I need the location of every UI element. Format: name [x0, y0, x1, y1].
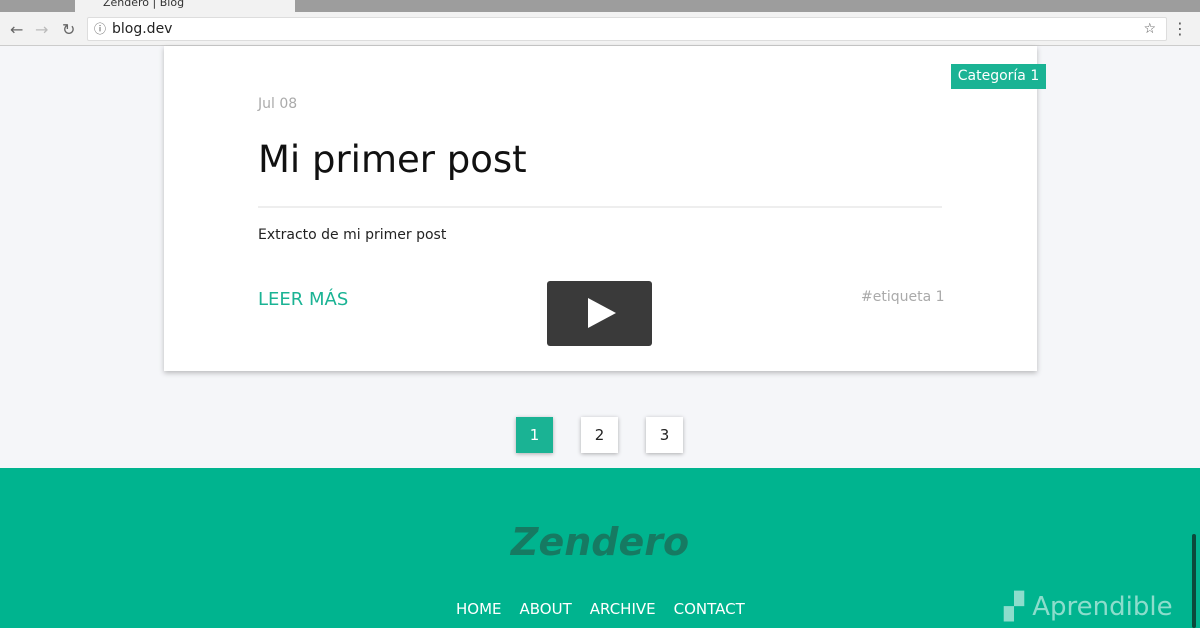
page-3-button[interactable]: 3 — [646, 417, 683, 453]
footer: Zendero HOME ABOUT ARCHIVE CONTACT ▞ Apr… — [0, 468, 1200, 628]
footer-link-archive[interactable]: ARCHIVE — [590, 600, 656, 618]
browser-toolbar: ← → ↻ ⓘ blog.dev ☆ ⋮ — [0, 12, 1200, 46]
footer-link-contact[interactable]: CONTACT — [674, 600, 745, 618]
info-icon: ⓘ — [94, 22, 107, 36]
footer-brand: Zendero — [510, 520, 690, 564]
aprendible-watermark: ▞ Aprendible — [1004, 592, 1173, 622]
divider — [258, 206, 942, 208]
url-text: blog.dev — [112, 21, 173, 37]
footer-link-home[interactable]: HOME — [456, 600, 502, 618]
post-tag[interactable]: #etiqueta 1 — [861, 289, 945, 305]
tab-bar: Zendero | Blog — [0, 0, 1200, 12]
scrollbar[interactable] — [1192, 534, 1196, 628]
post-date: Jul 08 — [258, 96, 298, 112]
watermark-text: Aprendible — [1032, 592, 1173, 622]
address-bar[interactable]: ⓘ blog.dev ☆ — [87, 17, 1167, 41]
reload-icon[interactable]: ↻ — [62, 20, 75, 39]
browser-tab[interactable]: Zendero | Blog — [75, 0, 295, 12]
category-badge[interactable]: Categoría 1 — [951, 64, 1046, 89]
bookmark-star-icon[interactable]: ☆ — [1143, 18, 1156, 40]
back-icon[interactable]: ← — [10, 20, 23, 39]
page-1-button[interactable]: 1 — [516, 417, 553, 453]
footer-link-about[interactable]: ABOUT — [520, 600, 572, 618]
video-play-button[interactable] — [547, 281, 652, 346]
post-excerpt: Extracto de mi primer post — [258, 227, 447, 243]
footer-nav: HOME ABOUT ARCHIVE CONTACT — [456, 600, 745, 618]
forward-icon[interactable]: → — [35, 20, 48, 39]
menu-icon[interactable]: ⋮ — [1172, 19, 1188, 38]
post-title[interactable]: Mi primer post — [258, 138, 527, 181]
page-2-button[interactable]: 2 — [581, 417, 618, 453]
read-more-link[interactable]: LEER MÁS — [258, 289, 348, 310]
